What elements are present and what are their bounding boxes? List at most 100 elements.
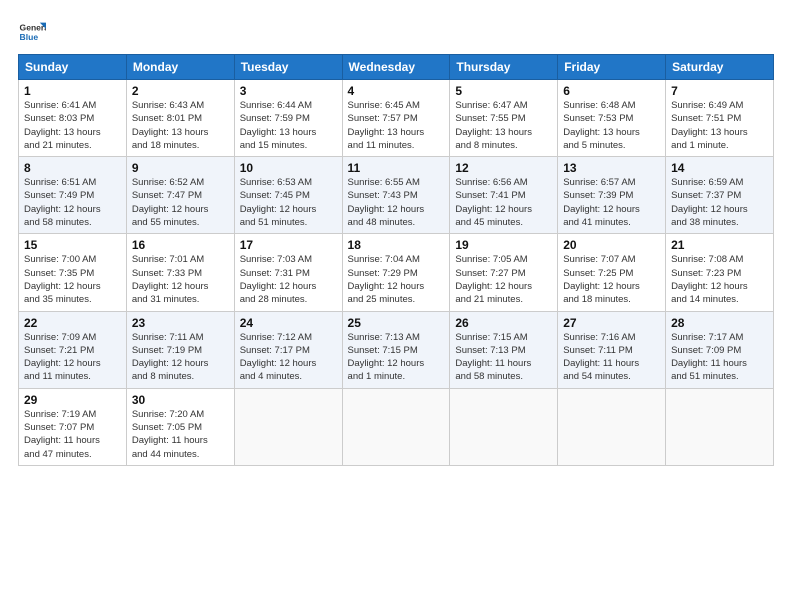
- calendar-cell: 22Sunrise: 7:09 AMSunset: 7:21 PMDayligh…: [19, 311, 127, 388]
- day-number: 25: [348, 316, 445, 330]
- header-row: SundayMondayTuesdayWednesdayThursdayFrid…: [19, 55, 774, 80]
- calendar-cell: 16Sunrise: 7:01 AMSunset: 7:33 PMDayligh…: [126, 234, 234, 311]
- day-number: 26: [455, 316, 552, 330]
- calendar-table: SundayMondayTuesdayWednesdayThursdayFrid…: [18, 54, 774, 466]
- calendar-cell: 20Sunrise: 7:07 AMSunset: 7:25 PMDayligh…: [558, 234, 666, 311]
- calendar-cell: [450, 388, 558, 465]
- day-number: 1: [24, 84, 121, 98]
- calendar-cell: 1Sunrise: 6:41 AMSunset: 8:03 PMDaylight…: [19, 80, 127, 157]
- day-number: 21: [671, 238, 768, 252]
- calendar-cell: 25Sunrise: 7:13 AMSunset: 7:15 PMDayligh…: [342, 311, 450, 388]
- day-info: Sunrise: 7:17 AMSunset: 7:09 PMDaylight:…: [671, 331, 768, 384]
- day-number: 27: [563, 316, 660, 330]
- day-info: Sunrise: 6:51 AMSunset: 7:49 PMDaylight:…: [24, 176, 121, 229]
- day-info: Sunrise: 7:20 AMSunset: 7:05 PMDaylight:…: [132, 408, 229, 461]
- day-number: 3: [240, 84, 337, 98]
- calendar-cell: 10Sunrise: 6:53 AMSunset: 7:45 PMDayligh…: [234, 157, 342, 234]
- day-number: 24: [240, 316, 337, 330]
- calendar-cell: 24Sunrise: 7:12 AMSunset: 7:17 PMDayligh…: [234, 311, 342, 388]
- day-info: Sunrise: 6:48 AMSunset: 7:53 PMDaylight:…: [563, 99, 660, 152]
- day-info: Sunrise: 7:03 AMSunset: 7:31 PMDaylight:…: [240, 253, 337, 306]
- day-number: 13: [563, 161, 660, 175]
- calendar-cell: [666, 388, 774, 465]
- day-info: Sunrise: 6:57 AMSunset: 7:39 PMDaylight:…: [563, 176, 660, 229]
- day-number: 29: [24, 393, 121, 407]
- calendar-cell: 13Sunrise: 6:57 AMSunset: 7:39 PMDayligh…: [558, 157, 666, 234]
- header: General Blue: [18, 18, 774, 46]
- day-info: Sunrise: 7:19 AMSunset: 7:07 PMDaylight:…: [24, 408, 121, 461]
- calendar-cell: 9Sunrise: 6:52 AMSunset: 7:47 PMDaylight…: [126, 157, 234, 234]
- day-info: Sunrise: 6:52 AMSunset: 7:47 PMDaylight:…: [132, 176, 229, 229]
- calendar-cell: 21Sunrise: 7:08 AMSunset: 7:23 PMDayligh…: [666, 234, 774, 311]
- calendar-header: SundayMondayTuesdayWednesdayThursdayFrid…: [19, 55, 774, 80]
- day-info: Sunrise: 6:53 AMSunset: 7:45 PMDaylight:…: [240, 176, 337, 229]
- calendar-cell: 2Sunrise: 6:43 AMSunset: 8:01 PMDaylight…: [126, 80, 234, 157]
- day-info: Sunrise: 7:08 AMSunset: 7:23 PMDaylight:…: [671, 253, 768, 306]
- day-info: Sunrise: 6:47 AMSunset: 7:55 PMDaylight:…: [455, 99, 552, 152]
- calendar-cell: 8Sunrise: 6:51 AMSunset: 7:49 PMDaylight…: [19, 157, 127, 234]
- day-number: 16: [132, 238, 229, 252]
- day-number: 9: [132, 161, 229, 175]
- day-number: 14: [671, 161, 768, 175]
- day-info: Sunrise: 7:05 AMSunset: 7:27 PMDaylight:…: [455, 253, 552, 306]
- calendar-cell: [558, 388, 666, 465]
- day-number: 22: [24, 316, 121, 330]
- day-number: 11: [348, 161, 445, 175]
- day-number: 5: [455, 84, 552, 98]
- calendar-cell: 27Sunrise: 7:16 AMSunset: 7:11 PMDayligh…: [558, 311, 666, 388]
- calendar-cell: 18Sunrise: 7:04 AMSunset: 7:29 PMDayligh…: [342, 234, 450, 311]
- day-header-wednesday: Wednesday: [342, 55, 450, 80]
- day-header-tuesday: Tuesday: [234, 55, 342, 80]
- calendar-cell: 15Sunrise: 7:00 AMSunset: 7:35 PMDayligh…: [19, 234, 127, 311]
- day-header-saturday: Saturday: [666, 55, 774, 80]
- day-number: 6: [563, 84, 660, 98]
- calendar-cell: 11Sunrise: 6:55 AMSunset: 7:43 PMDayligh…: [342, 157, 450, 234]
- day-number: 7: [671, 84, 768, 98]
- calendar-cell: 12Sunrise: 6:56 AMSunset: 7:41 PMDayligh…: [450, 157, 558, 234]
- calendar-cell: 26Sunrise: 7:15 AMSunset: 7:13 PMDayligh…: [450, 311, 558, 388]
- day-info: Sunrise: 6:44 AMSunset: 7:59 PMDaylight:…: [240, 99, 337, 152]
- day-number: 2: [132, 84, 229, 98]
- calendar-cell: 28Sunrise: 7:17 AMSunset: 7:09 PMDayligh…: [666, 311, 774, 388]
- logo-icon: General Blue: [18, 18, 46, 46]
- day-number: 15: [24, 238, 121, 252]
- day-info: Sunrise: 6:41 AMSunset: 8:03 PMDaylight:…: [24, 99, 121, 152]
- calendar-cell: 14Sunrise: 6:59 AMSunset: 7:37 PMDayligh…: [666, 157, 774, 234]
- week-row-2: 8Sunrise: 6:51 AMSunset: 7:49 PMDaylight…: [19, 157, 774, 234]
- day-number: 28: [671, 316, 768, 330]
- day-number: 30: [132, 393, 229, 407]
- day-number: 12: [455, 161, 552, 175]
- day-number: 18: [348, 238, 445, 252]
- day-info: Sunrise: 7:04 AMSunset: 7:29 PMDaylight:…: [348, 253, 445, 306]
- calendar-cell: 4Sunrise: 6:45 AMSunset: 7:57 PMDaylight…: [342, 80, 450, 157]
- day-info: Sunrise: 6:59 AMSunset: 7:37 PMDaylight:…: [671, 176, 768, 229]
- calendar-cell: 17Sunrise: 7:03 AMSunset: 7:31 PMDayligh…: [234, 234, 342, 311]
- day-info: Sunrise: 7:01 AMSunset: 7:33 PMDaylight:…: [132, 253, 229, 306]
- day-header-thursday: Thursday: [450, 55, 558, 80]
- day-info: Sunrise: 6:56 AMSunset: 7:41 PMDaylight:…: [455, 176, 552, 229]
- calendar-cell: 3Sunrise: 6:44 AMSunset: 7:59 PMDaylight…: [234, 80, 342, 157]
- day-header-sunday: Sunday: [19, 55, 127, 80]
- calendar-cell: [342, 388, 450, 465]
- calendar-body: 1Sunrise: 6:41 AMSunset: 8:03 PMDaylight…: [19, 80, 774, 466]
- page: General Blue SundayMondayTuesdayWednesda…: [0, 0, 792, 612]
- day-info: Sunrise: 7:07 AMSunset: 7:25 PMDaylight:…: [563, 253, 660, 306]
- day-number: 8: [24, 161, 121, 175]
- day-number: 20: [563, 238, 660, 252]
- svg-text:Blue: Blue: [20, 32, 39, 42]
- calendar-cell: [234, 388, 342, 465]
- calendar-cell: 29Sunrise: 7:19 AMSunset: 7:07 PMDayligh…: [19, 388, 127, 465]
- calendar-cell: 5Sunrise: 6:47 AMSunset: 7:55 PMDaylight…: [450, 80, 558, 157]
- day-info: Sunrise: 7:09 AMSunset: 7:21 PMDaylight:…: [24, 331, 121, 384]
- day-number: 10: [240, 161, 337, 175]
- day-info: Sunrise: 7:16 AMSunset: 7:11 PMDaylight:…: [563, 331, 660, 384]
- day-info: Sunrise: 6:45 AMSunset: 7:57 PMDaylight:…: [348, 99, 445, 152]
- week-row-5: 29Sunrise: 7:19 AMSunset: 7:07 PMDayligh…: [19, 388, 774, 465]
- day-number: 23: [132, 316, 229, 330]
- day-header-friday: Friday: [558, 55, 666, 80]
- week-row-4: 22Sunrise: 7:09 AMSunset: 7:21 PMDayligh…: [19, 311, 774, 388]
- calendar-cell: 19Sunrise: 7:05 AMSunset: 7:27 PMDayligh…: [450, 234, 558, 311]
- logo: General Blue: [18, 18, 46, 46]
- day-header-monday: Monday: [126, 55, 234, 80]
- day-number: 19: [455, 238, 552, 252]
